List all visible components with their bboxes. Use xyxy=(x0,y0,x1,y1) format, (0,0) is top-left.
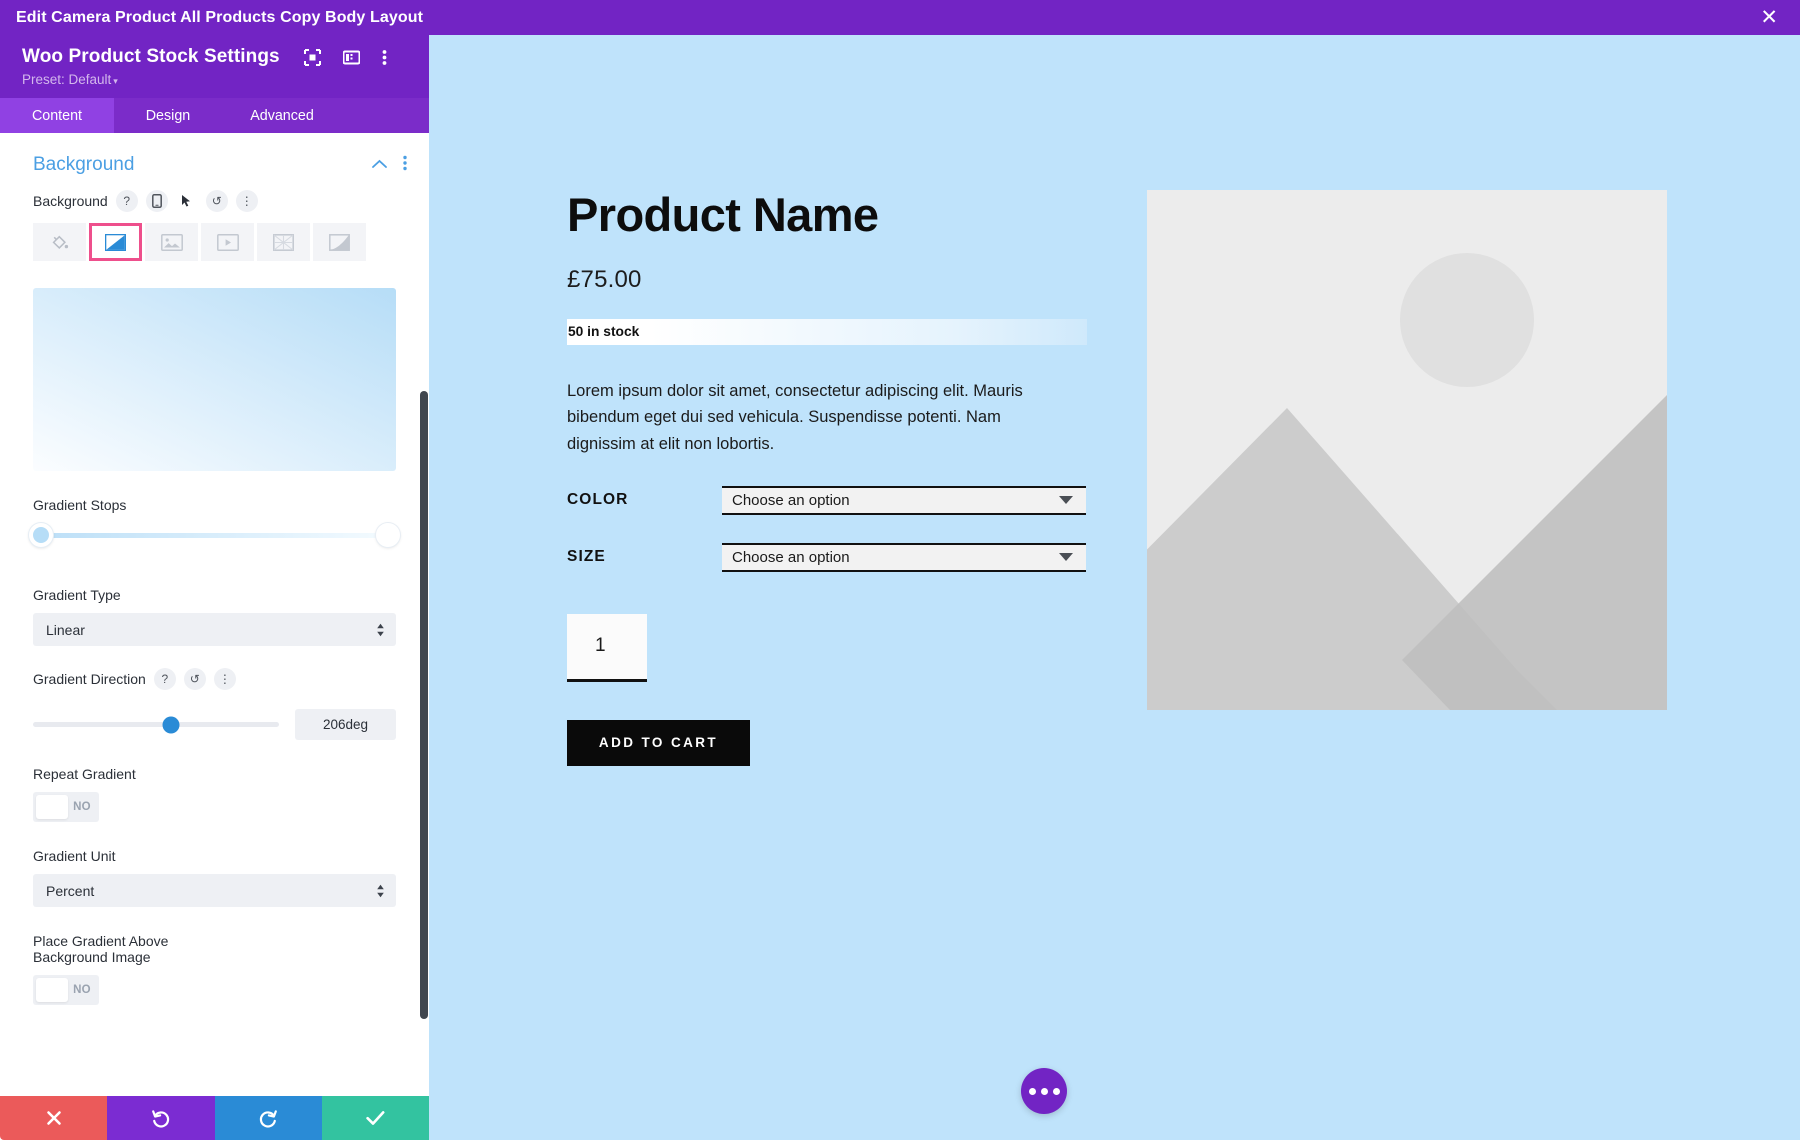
gradient-stops-slider[interactable] xyxy=(0,513,429,557)
gradient-stops-track[interactable] xyxy=(40,533,389,538)
mobile-icon[interactable] xyxy=(146,190,168,212)
color-select[interactable]: Choose an option xyxy=(722,486,1086,515)
gradient-stop-handle-start[interactable] xyxy=(29,523,53,547)
preview-canvas: Product Name £75.00 50 in stock Lorem ip… xyxy=(429,35,1800,1140)
field-menu-icon[interactable]: ⋮ xyxy=(214,668,236,690)
product-image-placeholder xyxy=(1147,190,1667,710)
slider-knob[interactable] xyxy=(162,716,179,733)
size-select-value: Choose an option xyxy=(732,549,850,566)
product-price: £75.00 xyxy=(567,266,1087,294)
preset-label: Preset: Default xyxy=(22,72,111,87)
chevron-down-icon xyxy=(1059,496,1073,504)
panel-header: Woo Product Stock Settings xyxy=(0,35,429,98)
product-stock-status: 50 in stock xyxy=(567,319,1087,345)
section-title: Background xyxy=(33,154,134,176)
cancel-button[interactable] xyxy=(0,1096,107,1140)
place-gradient-above-value: NO xyxy=(68,984,96,996)
section-background-header[interactable]: Background xyxy=(0,133,429,190)
repeat-gradient-toggle[interactable]: NO xyxy=(33,792,99,822)
color-select-value: Choose an option xyxy=(732,492,850,509)
quantity-input[interactable]: 1 xyxy=(567,614,647,682)
option-label-color: COLOR xyxy=(567,491,722,509)
gradient-direction-label: Gradient Direction xyxy=(33,671,146,687)
scrollbar-thumb[interactable] xyxy=(420,391,428,1019)
gradient-unit-label: Gradient Unit xyxy=(0,848,429,864)
panel-title: Woo Product Stock Settings xyxy=(22,46,280,68)
redo-button[interactable] xyxy=(215,1096,322,1140)
panel-layout-icon[interactable] xyxy=(343,49,360,66)
gradient-preview[interactable] xyxy=(33,288,396,471)
gradient-direction-control: 206deg xyxy=(0,701,429,740)
reset-icon[interactable]: ↺ xyxy=(206,190,228,212)
panel-scrollbar[interactable] xyxy=(419,133,429,1140)
gradient-direction-input[interactable]: 206deg xyxy=(295,709,396,740)
ellipsis-icon xyxy=(1029,1088,1036,1095)
gradient-stop-handle-end[interactable] xyxy=(376,523,400,547)
toggle-knob xyxy=(36,795,68,819)
section-menu-icon[interactable] xyxy=(403,155,407,176)
help-icon[interactable]: ? xyxy=(154,668,176,690)
toggle-knob xyxy=(36,978,68,1002)
window-title-bar: Edit Camera Product All Products Copy Bo… xyxy=(0,0,1800,35)
undo-button[interactable] xyxy=(107,1096,214,1140)
save-button[interactable] xyxy=(322,1096,429,1140)
gradient-type-value: Linear xyxy=(46,622,85,638)
place-gradient-above-label-line2: Background Image xyxy=(0,949,429,965)
panel-scroll-area: Background Ba xyxy=(0,133,429,1140)
option-label-size: SIZE xyxy=(567,548,722,566)
gradient-type-label: Gradient Type xyxy=(0,587,429,603)
preset-selector[interactable]: Preset: Default▾ xyxy=(22,72,118,87)
gradient-unit-select[interactable]: Percent xyxy=(33,874,396,907)
cursor-icon[interactable] xyxy=(176,190,198,212)
add-to-cart-button[interactable]: ADD TO CART xyxy=(567,720,750,766)
repeat-gradient-value: NO xyxy=(68,801,96,813)
gradient-direction-field: Gradient Direction ? ↺ ⋮ xyxy=(0,668,429,690)
stepper-icon xyxy=(376,623,385,637)
settings-panel: Woo Product Stock Settings xyxy=(0,35,429,1140)
background-field: Background ? ↺ ⋮ xyxy=(0,190,429,261)
field-menu-icon[interactable]: ⋮ xyxy=(236,190,258,212)
gradient-stops-label: Gradient Stops xyxy=(0,497,429,513)
place-gradient-above-toggle[interactable]: NO xyxy=(33,975,99,1005)
background-image-button[interactable] xyxy=(145,223,198,261)
ellipsis-icon xyxy=(1041,1088,1048,1095)
product-title: Product Name xyxy=(567,190,1087,241)
background-color-button[interactable] xyxy=(33,223,86,261)
gradient-type-select[interactable]: Linear xyxy=(33,613,396,646)
background-video-button[interactable] xyxy=(201,223,254,261)
product-details: Product Name £75.00 50 in stock Lorem ip… xyxy=(567,190,1087,766)
chevron-up-icon[interactable] xyxy=(372,156,387,174)
chevron-down-icon xyxy=(1059,553,1073,561)
gradient-direction-slider[interactable] xyxy=(33,722,279,727)
settings-fab[interactable] xyxy=(1021,1068,1067,1114)
product-description: Lorem ipsum dolor sit amet, consectetur … xyxy=(567,378,1057,458)
tab-content[interactable]: Content xyxy=(0,98,114,133)
tab-advanced[interactable]: Advanced xyxy=(222,98,342,133)
product-option-size: SIZE Choose an option xyxy=(567,543,1087,572)
product-gallery xyxy=(1147,190,1667,766)
close-icon[interactable]: ✕ xyxy=(1754,5,1784,30)
place-gradient-above-label-line1: Place Gradient Above xyxy=(0,933,429,949)
reset-icon[interactable]: ↺ xyxy=(184,668,206,690)
more-vertical-icon[interactable] xyxy=(382,49,387,66)
stepper-icon xyxy=(376,884,385,898)
background-mask-button[interactable] xyxy=(313,223,366,261)
panel-action-bar xyxy=(0,1096,429,1140)
tab-design[interactable]: Design xyxy=(114,98,222,133)
product-option-color: COLOR Choose an option xyxy=(567,486,1087,515)
background-gradient-button[interactable] xyxy=(89,223,142,261)
chevron-down-icon: ▾ xyxy=(113,76,118,86)
background-type-group xyxy=(33,223,396,261)
panel-tabs: Content Design Advanced xyxy=(0,98,429,133)
focus-icon[interactable] xyxy=(304,49,321,66)
background-pattern-button[interactable] xyxy=(257,223,310,261)
gradient-unit-value: Percent xyxy=(46,883,94,899)
size-select[interactable]: Choose an option xyxy=(722,543,1086,572)
help-icon[interactable]: ? xyxy=(116,190,138,212)
window-title: Edit Camera Product All Products Copy Bo… xyxy=(16,9,423,27)
repeat-gradient-label: Repeat Gradient xyxy=(0,766,429,782)
background-field-label: Background xyxy=(33,193,108,209)
ellipsis-icon xyxy=(1053,1088,1060,1095)
product-layout: Product Name £75.00 50 in stock Lorem ip… xyxy=(567,190,1667,766)
